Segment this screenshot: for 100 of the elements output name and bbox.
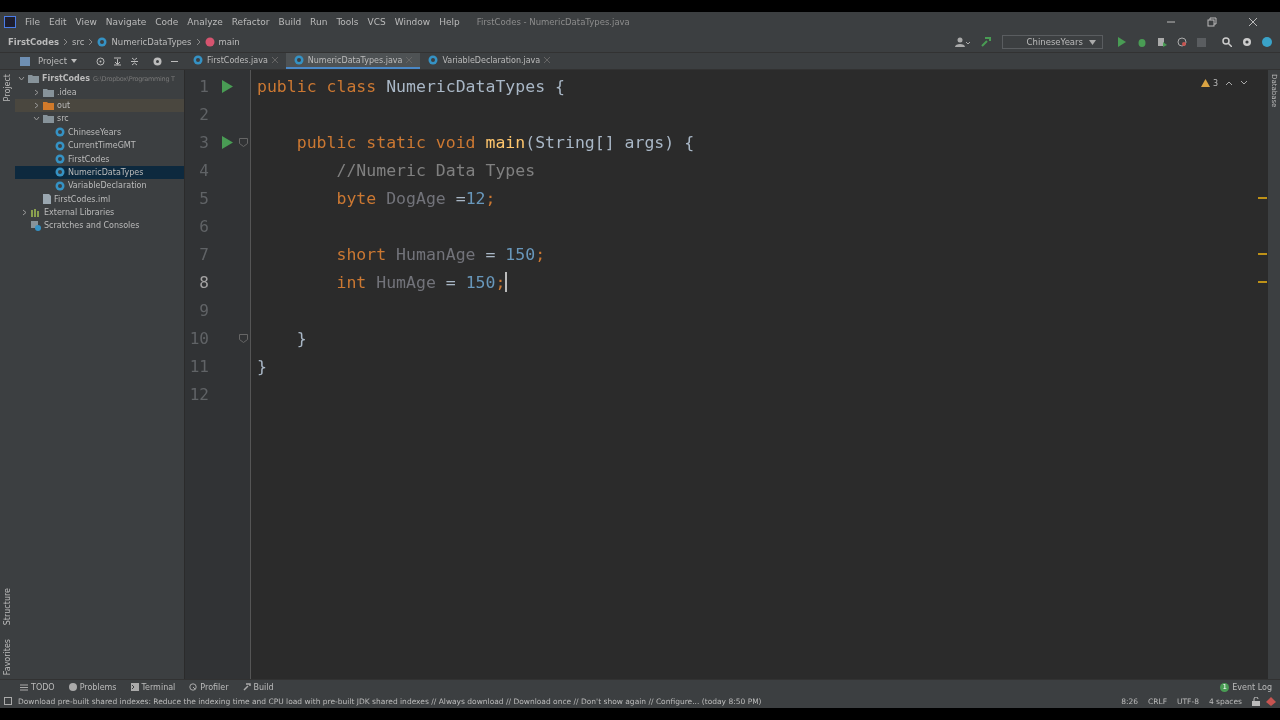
tree-item-label: ChineseYears [68,127,122,137]
library-icon [31,208,41,218]
menu-item[interactable]: Edit [49,17,67,27]
editor-tab[interactable]: VariableDeclaration.java [420,53,559,69]
warning-count[interactable]: 3 [1212,78,1218,88]
user-icon[interactable] [954,37,970,47]
warning-marker[interactable] [1258,281,1267,283]
menu-item[interactable]: Refactor [231,17,270,27]
menu-item[interactable]: Run [310,17,328,27]
tool-window-button[interactable]: Problems [68,682,117,692]
chevron-right-icon[interactable] [21,209,28,217]
breadcrumb[interactable]: main [218,37,240,47]
tree-item[interactable]: Scratches and Consoles [15,219,184,233]
caret-icon[interactable] [71,59,78,63]
warning-icon[interactable] [1200,79,1210,87]
class-icon [293,55,304,65]
profiler-icon[interactable] [1177,37,1187,47]
editor-tab[interactable]: NumericDataTypes.java [285,53,421,69]
menu-item[interactable]: Help [439,17,460,27]
menu-item[interactable]: File [25,17,41,27]
chevron-down-icon[interactable] [33,115,40,123]
project-view-dropdown[interactable]: Project [38,56,68,66]
collapse-all-icon[interactable] [130,56,139,66]
caret-icon [1089,39,1096,45]
breadcrumb[interactable]: NumericDataTypes [111,37,192,47]
chevron-up-icon[interactable] [1225,80,1233,86]
code-line: short HumanAge = 150; [335,243,546,266]
tree-item[interactable]: FirstCodes.iml [15,192,184,206]
class-icon [97,37,108,47]
run-icon[interactable] [221,135,233,149]
code-line: int HumAge = 150; [335,271,508,294]
tree-item-label: CurrentTimeGMT [68,141,136,151]
menu-item[interactable]: Tools [336,17,359,27]
tree-item[interactable]: src [15,112,184,126]
terminal-icon [130,683,139,691]
tree-item-label: NumericDataTypes [68,167,144,177]
tree-item-label: External Libraries [44,208,115,218]
expand-all-icon[interactable] [113,56,122,66]
fold-icon[interactable] [239,137,248,147]
hammer-icon[interactable] [979,36,992,48]
tool-window-button[interactable]: Build [242,682,274,692]
menu-item[interactable]: Build [278,17,302,27]
method-icon [204,37,215,47]
file-icon [43,194,51,205]
settings-icon[interactable] [153,56,162,66]
menu-item[interactable]: View [75,17,97,27]
menu-item[interactable]: Navigate [105,17,147,27]
menu-item[interactable]: Analyze [187,17,223,27]
tree-item-label: out [57,100,71,110]
code-line: public class NumericDataTypes { [257,75,565,98]
tool-window-button[interactable]: Terminal [130,682,176,692]
warning-marker[interactable] [1258,253,1267,255]
tree-item-label: Scratches and Consoles [44,221,140,231]
close-icon[interactable] [1248,17,1258,27]
inspector-icon[interactable] [1266,696,1276,706]
tool-window-label[interactable]: Favorites [3,638,12,675]
code-line: } [295,327,307,350]
tree-item-label: FirstCodes.iml [54,194,111,204]
lock-icon[interactable] [1252,696,1260,706]
target-icon[interactable] [96,56,105,66]
code-line: byte DogAge =12; [335,187,496,210]
tree-item[interactable]: CurrentTimeGMT [15,138,184,153]
chevron-down-icon[interactable] [18,75,25,83]
class-icon [55,180,65,191]
window-title: FirstCodes - NumericDataTypes.java [476,17,631,27]
tree-item[interactable]: out [15,98,184,113]
coverage-icon[interactable] [1157,37,1167,47]
menu-item[interactable]: Code [155,17,179,27]
list-icon [20,683,28,691]
breadcrumb[interactable]: FirstCodes [8,37,60,47]
tree-item[interactable]: NumericDataTypes [15,165,184,180]
settings-icon[interactable] [1242,37,1252,47]
panel-toggle-icon[interactable] [4,697,12,705]
warning-marker[interactable] [1258,197,1267,199]
editor-tab[interactable]: FirstCodes.java [185,53,286,69]
tree-item[interactable]: FirstCodes [15,152,184,166]
tool-window-label[interactable]: Project [3,74,12,102]
line-number: 8 [198,272,209,292]
menu-item[interactable]: Window [394,17,431,27]
tool-window-button[interactable]: Profiler [189,682,229,692]
profiler-icon [189,683,198,691]
fold-icon[interactable] [239,333,248,343]
chevron-down-icon[interactable] [1240,80,1248,86]
restore-icon[interactable] [1207,17,1217,27]
search-icon[interactable] [1222,37,1232,47]
menu-item[interactable]: VCS [367,17,386,27]
tree-item[interactable]: .idea [15,85,184,99]
breadcrumb[interactable]: src [72,37,85,47]
run-configuration-dropdown[interactable]: ChineseYears [1001,35,1103,49]
scratch-icon [31,221,41,231]
tool-window-label[interactable]: Structure [3,587,12,625]
warning-circle-icon [68,683,77,691]
run-icon[interactable] [1117,37,1127,47]
tree-item[interactable]: ChineseYears [15,125,184,139]
tree-item[interactable]: VariableDeclaration [15,179,184,193]
bug-icon[interactable] [1137,37,1147,47]
tool-window-button[interactable]: TODO [20,682,55,692]
run-icon[interactable] [221,79,233,93]
tree-item[interactable]: External Libraries [15,205,184,220]
class-icon [55,167,65,178]
